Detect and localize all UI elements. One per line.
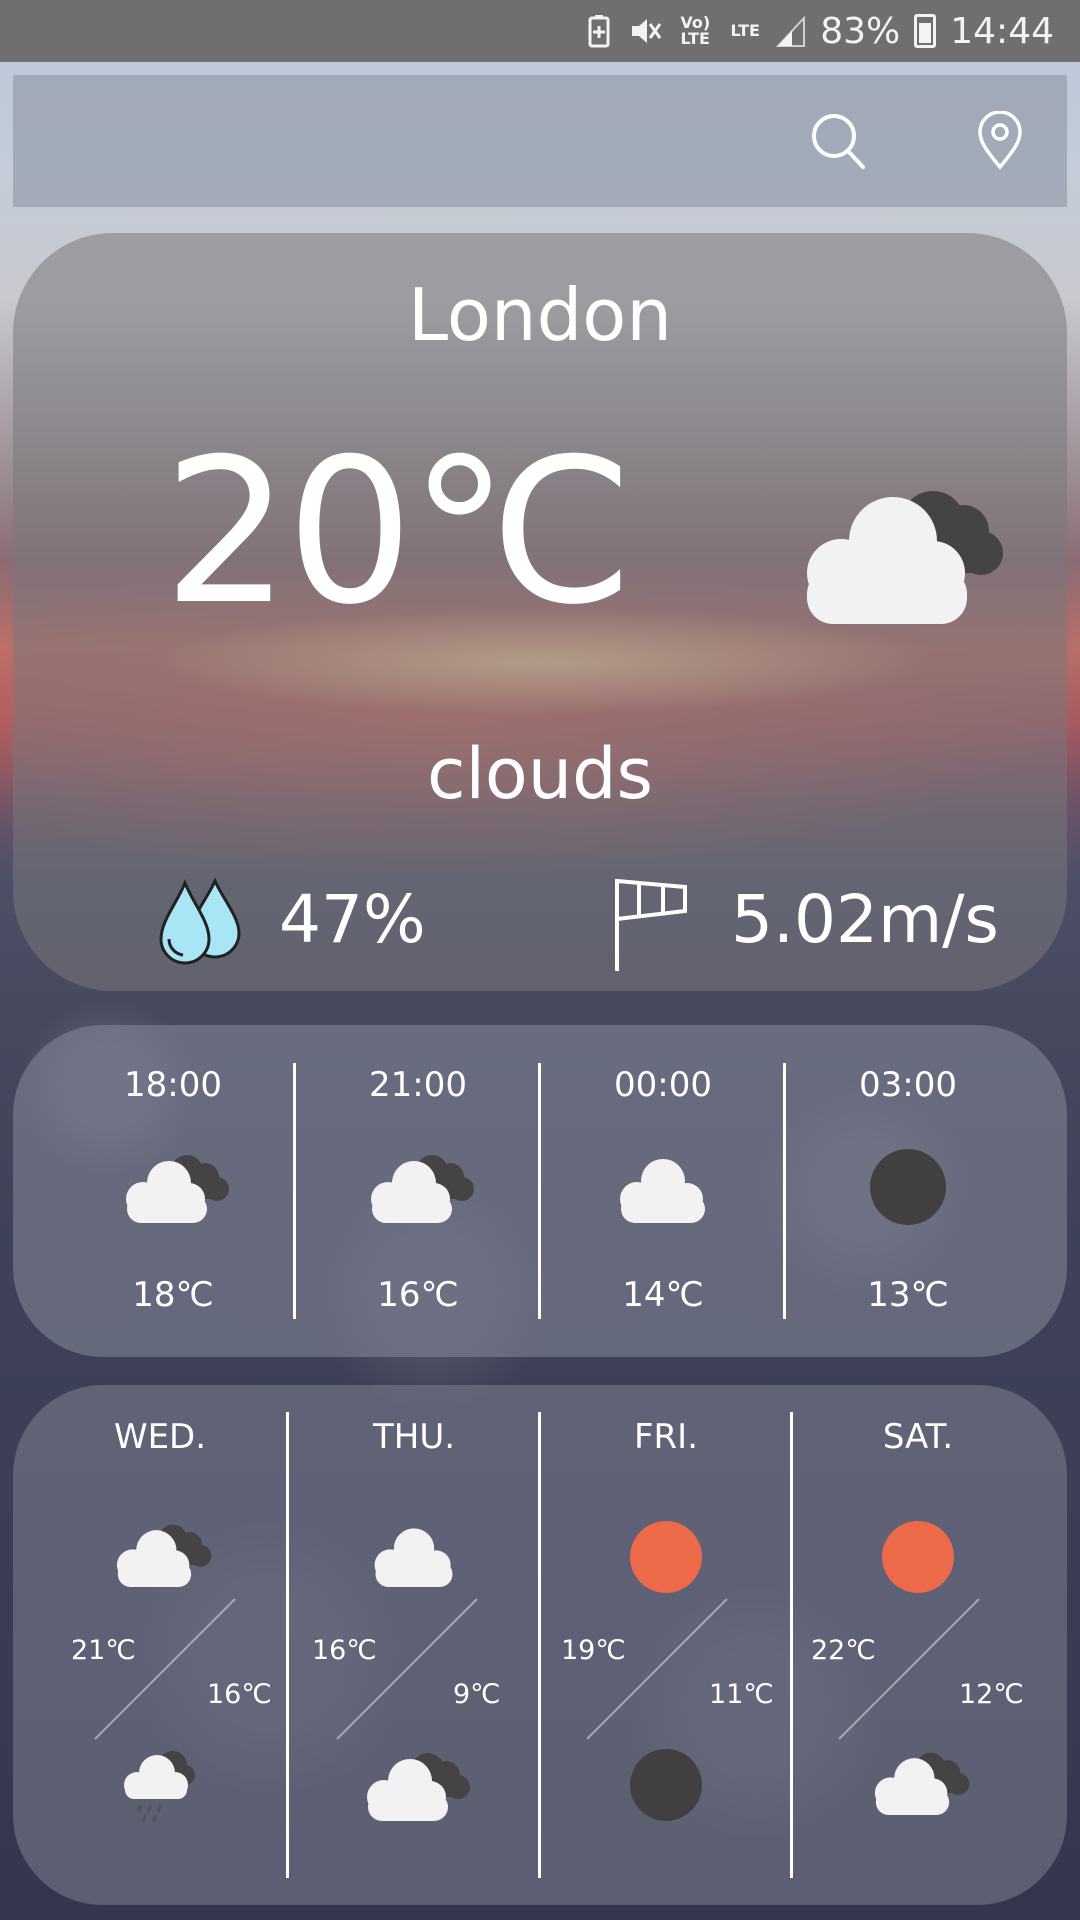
hour-time: 21:00: [369, 1065, 467, 1105]
day-name: FRI.: [633, 1417, 698, 1457]
hour-temperature: 14℃: [622, 1275, 704, 1315]
rain-cloud-icon: [35, 1745, 285, 1825]
lte-indicator: LTE: [730, 21, 760, 40]
location-button[interactable]: [964, 105, 1036, 177]
hourly-item: 21:00 16℃: [296, 1025, 540, 1357]
search-icon: [812, 114, 865, 169]
cloud-dark-cloud-icon: [35, 1517, 285, 1591]
day-low-temp: 9℃: [453, 1679, 501, 1710]
battery-icon: [914, 14, 937, 48]
daily-forecast-card: WED. 21℃ 16℃ THU. 16℃ 9℃ FRI. 19℃ 11℃ SA…: [13, 1385, 1067, 1905]
sun-icon: [541, 1517, 791, 1597]
city-name: London: [408, 273, 672, 357]
location-pin-icon: [978, 111, 1022, 170]
wind-speed-value: 5.02m/s: [731, 881, 999, 958]
current-temperature: 20℃: [163, 416, 634, 649]
day-name: THU.: [372, 1417, 456, 1457]
temp-divider-line: [586, 1598, 728, 1740]
hour-time: 00:00: [614, 1065, 712, 1105]
day-low-temp: 11℃: [709, 1679, 774, 1710]
cloud-dark-cloud-icon: [793, 1745, 1043, 1819]
weather-condition: clouds: [426, 733, 654, 815]
clear-night-icon: [786, 1147, 1030, 1227]
temp-divider-line: [94, 1598, 236, 1740]
cloud-icon: [289, 1517, 539, 1591]
cloud-dark-cloud-icon: [296, 1147, 540, 1227]
cloud-icon: [541, 1147, 785, 1227]
day-low-temp: 12℃: [959, 1679, 1024, 1710]
hourly-item: 18:00 18℃: [51, 1025, 295, 1357]
day-low-temp: 16℃: [207, 1679, 272, 1710]
cloud-dark-cloud-icon: [783, 473, 1013, 637]
hourly-item: 03:00 13℃: [786, 1025, 1030, 1357]
hour-temperature: 13℃: [867, 1275, 949, 1315]
app-bar: [13, 75, 1067, 207]
hour-time: 03:00: [859, 1065, 957, 1105]
hourly-item: 00:00 14℃: [541, 1025, 785, 1357]
day-name: WED.: [113, 1417, 207, 1457]
daily-item: FRI. 19℃ 11℃: [541, 1385, 791, 1905]
volte-indicator: Vo) LTE: [680, 13, 711, 48]
daily-item: SAT. 22℃ 12℃: [793, 1385, 1043, 1905]
temp-divider-line: [336, 1598, 478, 1740]
hour-temperature: 18℃: [132, 1275, 214, 1315]
humidity-drops-icon: [153, 873, 253, 977]
hourly-forecast-card: 18:00 18℃ 21:00 16℃ 00:00 14℃ 03:00 13℃: [13, 1025, 1067, 1357]
cloud-dark-cloud-icon: [51, 1147, 295, 1227]
windsock-icon: [609, 873, 699, 977]
daily-item: THU. 16℃ 9℃: [289, 1385, 539, 1905]
day-name: SAT.: [882, 1417, 954, 1457]
battery-saver-icon: [588, 15, 610, 48]
clear-night-icon: [541, 1745, 791, 1825]
current-weather-card: London 20℃ clouds 47% 5.02m/s: [13, 233, 1067, 991]
sun-icon: [793, 1517, 1043, 1597]
daily-item: WED. 21℃ 16℃: [35, 1385, 285, 1905]
humidity-value: 47%: [279, 881, 426, 958]
mute-icon: [632, 19, 662, 43]
battery-percent: 83%: [820, 10, 901, 52]
cloud-dark-cloud-icon: [289, 1745, 539, 1825]
temp-divider-line: [838, 1598, 980, 1740]
signal-icon: [776, 15, 806, 47]
hour-time: 18:00: [124, 1065, 222, 1105]
search-button[interactable]: [803, 105, 875, 177]
status-bar: Vo) LTE LTE 83% 14:44: [0, 0, 1080, 62]
hour-temperature: 16℃: [377, 1275, 459, 1315]
clock: 14:44: [950, 10, 1054, 52]
